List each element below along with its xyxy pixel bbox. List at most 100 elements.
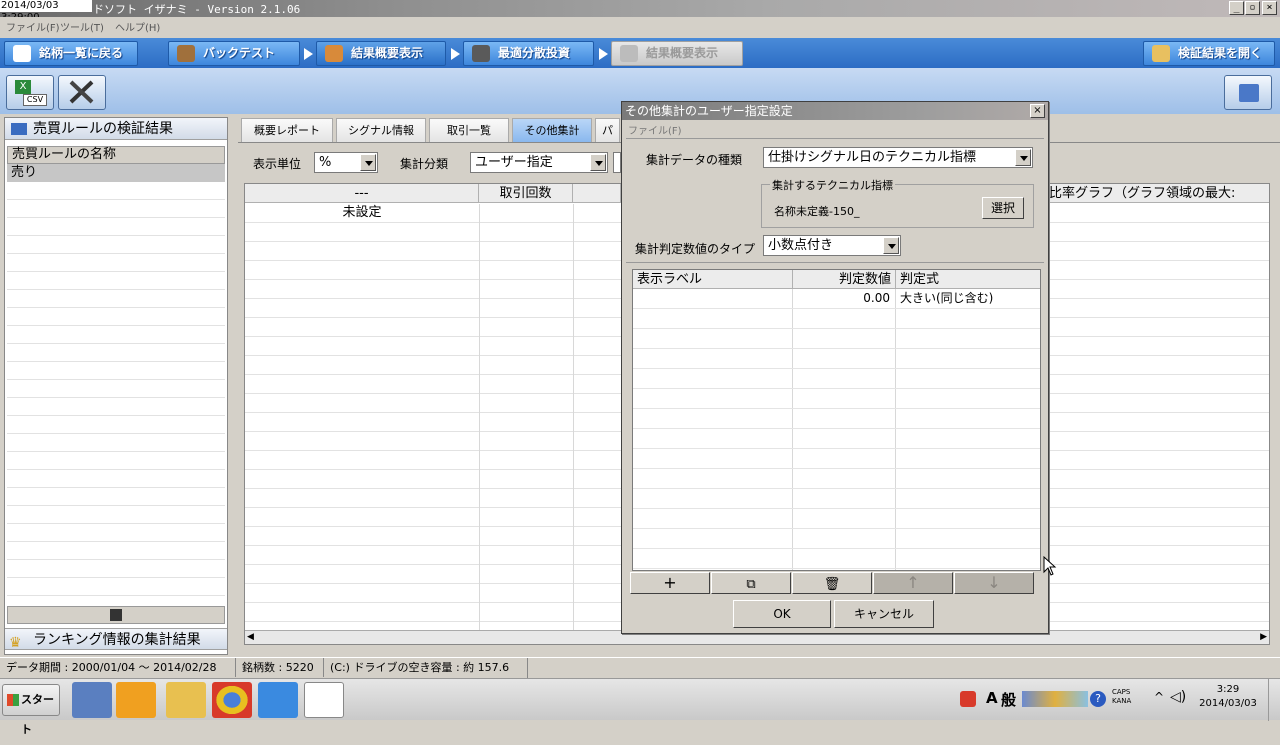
status-bar: データ期間 : 2000/01/04 〜 2014/02/28 銘柄数 : 52… [0,657,1280,696]
ranking-header[interactable]: ♛ ランキング情報の集計結果 [5,628,227,651]
summary-label: 結果概要表示 [351,46,424,60]
restore-button[interactable]: ▫ [1245,1,1260,15]
optimal-investment-button[interactable]: 最適分散投資 [463,41,594,66]
caps-kana: CAPS KANA [1112,688,1131,706]
indicator-group-label: 集計するテクニカル指標 [770,177,895,193]
ime-mode[interactable]: 般 [1001,689,1016,710]
dialog-separator [626,138,1044,139]
dialog-title: その他集計のユーザー指定設定 [625,104,793,118]
ok-button[interactable]: OK [733,600,831,628]
tray-icon[interactable] [960,691,976,707]
chart-icon [620,45,638,62]
grid-header-ratio: 比率グラフ（グラフ領域の最大: 100.0%) [1045,184,1269,220]
summary2-label: 結果概要表示 [646,46,719,60]
col-divider [573,204,574,630]
open-results-button[interactable]: 検証結果を開く [1143,41,1275,66]
csv-export-button[interactable]: X CSV [6,75,54,110]
left-panel-title: 売買ルールの検証結果 [33,121,173,137]
summary-button[interactable]: 結果概要表示 [316,41,446,66]
app-icon[interactable] [72,682,112,718]
add-row-button[interactable]: + [630,572,710,594]
dialog-close-button[interactable]: × [1030,104,1045,118]
izanami-icon[interactable] [304,682,344,718]
title-bar: 2014/03/03 3:29:00 ドソフト イザナミ - Version 2… [0,0,1280,23]
media-player-icon[interactable] [116,682,156,718]
category-select[interactable]: ユーザー指定 [470,152,608,173]
help-icon[interactable]: ? [1090,691,1106,707]
grid-header-label: --- [245,184,479,203]
backtest-button[interactable]: バックテスト [168,41,300,66]
dropdown-arrow-icon [1015,149,1031,166]
ime-toolbar-icons[interactable] [1022,691,1088,707]
cancel-button[interactable]: キャンセル [834,600,934,628]
scroll-left-icon[interactable]: ◀ [247,632,254,642]
show-hidden-icon[interactable]: ^ [1154,690,1164,704]
tab-overview[interactable]: 概要レポート [241,118,333,142]
data-type-select[interactable]: 仕掛けシグナル日のテクニカル指標 [763,147,1033,168]
scroll-right-icon[interactable]: ▶ [1260,632,1267,642]
crown-icon: ♛ [9,635,22,651]
move-down-button[interactable]: ↓ [954,572,1034,594]
criteria-row-expr[interactable]: 大きい(同じ含む) [896,289,1040,308]
taskbar: スタート A 般 ? CAPS KANA ^ ◁) 3:29 2014/03/0… [0,678,1280,736]
show-desktop-button[interactable] [1268,679,1280,721]
optimal-label: 最適分散投資 [498,46,571,60]
start-button[interactable]: スタート [2,684,60,736]
print-button[interactable] [1224,75,1272,110]
plus-icon: + [663,573,677,592]
arrow-icon [599,48,608,60]
col-divider [479,204,480,630]
move-up-button[interactable]: ↑ [873,572,953,594]
kana-label: KANA [1112,697,1132,705]
criteria-header-value: 判定数値 [793,270,896,289]
unit-select[interactable]: % [314,152,378,173]
speaker-icon[interactable]: ◁) [1170,689,1186,705]
arrow-icon [304,48,313,60]
tools-button[interactable] [58,75,106,110]
backtest-label: バックテスト [203,46,276,60]
folder-icon[interactable] [166,682,206,718]
excel-icon: X [15,80,31,94]
rule-list [7,182,225,602]
indicator-group: 集計するテクニカル指標 名称未定義-150_ 選択 [761,177,1034,228]
ie-icon[interactable] [258,682,298,718]
rule-row[interactable]: 売り [7,164,225,182]
tab-signal[interactable]: シグナル情報 [336,118,426,142]
folder-icon [1152,45,1170,62]
ranking-title: ランキング情報の集計結果 [33,632,201,648]
minimize-button[interactable]: _ [1229,1,1244,15]
back-to-list-button[interactable]: 銘柄一覧に戻る [4,41,138,66]
criteria-body [633,289,1040,570]
menu-tools[interactable]: ツール(T) [60,19,104,34]
menu-file[interactable]: ファイル(F) [6,19,60,34]
panel-icon [11,123,27,135]
tab-other[interactable]: その他集計 [512,118,592,142]
clock-date: 2014/03/03 [1199,698,1257,709]
ime-a[interactable]: A [986,689,998,707]
tab-trades[interactable]: 取引一覧 [429,118,509,142]
tools-icon [69,80,94,104]
clock[interactable]: 3:29 2014/03/03 [1196,683,1260,711]
copy-row-button[interactable]: ⧉ [711,572,791,594]
tab-more[interactable]: パ [595,118,620,142]
select-button[interactable]: 選択 [982,197,1024,219]
criteria-row-label[interactable] [633,289,793,308]
data-type-label: 集計データの種類 [646,153,743,167]
delete-row-button[interactable]: 🗑 [792,572,872,594]
chrome-icon[interactable] [212,682,252,718]
dialog-menu-file[interactable]: ファイル(F) [628,122,682,137]
menu-help[interactable]: ヘルプ(H) [115,19,160,34]
criteria-header-label: 表示ラベル [633,270,793,289]
save-icon[interactable] [110,609,122,621]
value-type-select[interactable]: 小数点付き [763,235,901,256]
caps-label: CAPS [1112,688,1131,696]
criteria-row-value[interactable]: 0.00 [793,289,896,308]
user-setting-dialog: その他集計のユーザー指定設定 × ファイル(F) 集計データの種類 仕掛けシグナ… [621,101,1049,634]
status-count: 銘柄数 : 5220 [236,658,324,677]
save-bar [7,606,225,624]
status-period: データ期間 : 2000/01/04 〜 2014/02/28 [0,658,236,677]
nav-bar: 銘柄一覧に戻る バックテスト 結果概要表示 最適分散投資 結果概要表示 検証結果… [0,38,1280,68]
cursor-icon [1043,556,1057,576]
close-button[interactable]: × [1262,1,1277,15]
extra-field[interactable] [613,152,621,173]
